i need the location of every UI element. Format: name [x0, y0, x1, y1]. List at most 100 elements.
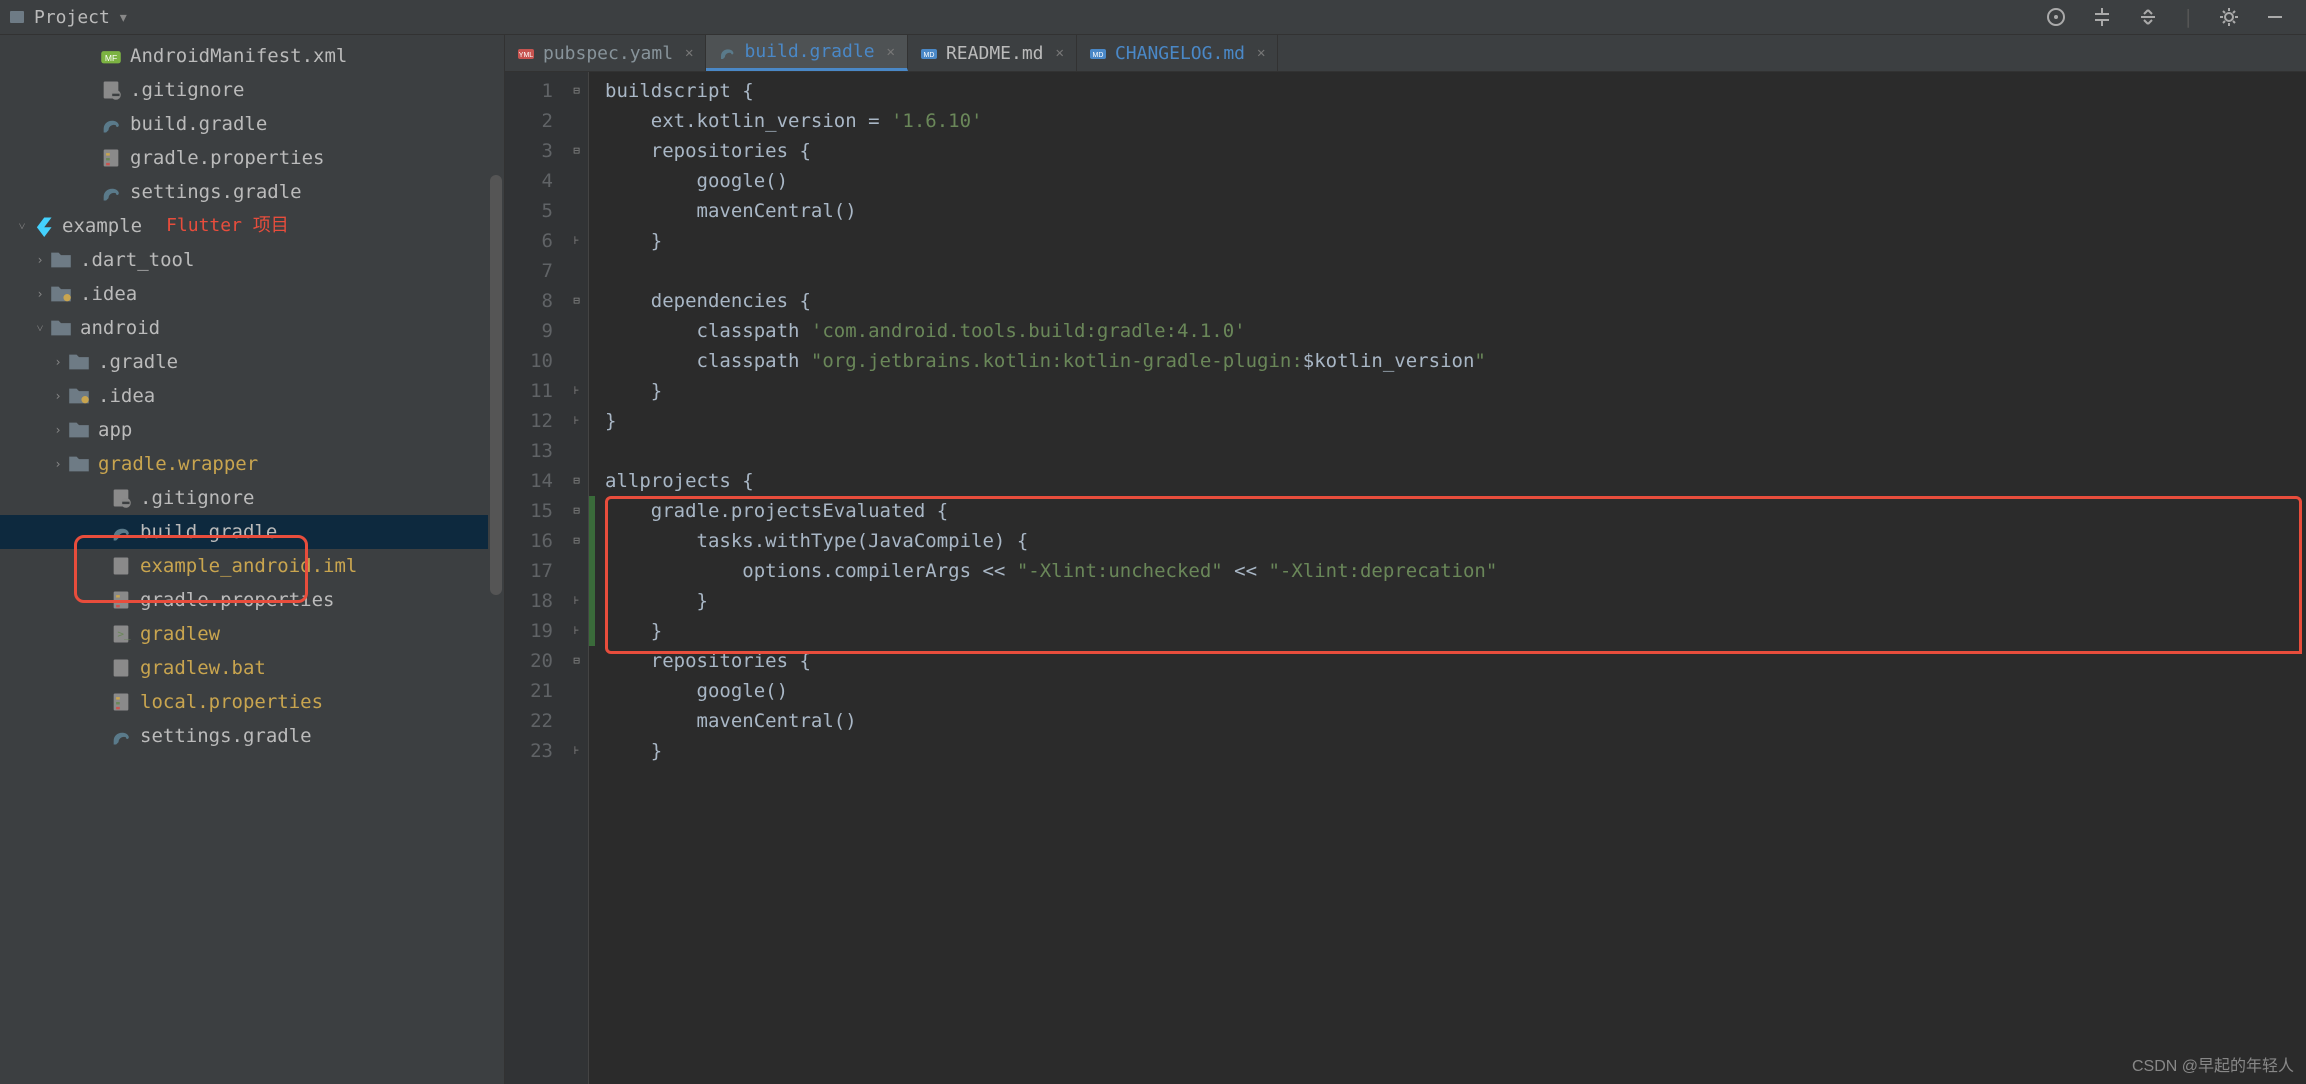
tree-item-label: .idea [80, 277, 137, 311]
expand-arrow-icon[interactable]: › [48, 379, 68, 413]
expand-arrow-icon[interactable]: › [30, 243, 50, 277]
editor-tab[interactable]: pubspec.yaml ✕ [505, 35, 706, 71]
yml-icon [517, 44, 535, 62]
tree-item[interactable]: AndroidManifest.xml [0, 39, 504, 73]
close-icon[interactable]: ✕ [887, 44, 895, 60]
gitignore-icon [100, 79, 122, 101]
tree-item-label: example_android.iml [140, 549, 357, 583]
folder-idea-icon [50, 283, 72, 305]
tree-item-label: .gitignore [140, 481, 254, 515]
editor-tab[interactable]: CHANGELOG.md ✕ [1077, 35, 1278, 71]
expand-arrow-icon[interactable]: › [48, 447, 68, 481]
tree-item-label: app [98, 413, 132, 447]
scroll-thumb[interactable] [490, 175, 502, 595]
project-icon [8, 8, 26, 26]
gradle-icon [110, 725, 132, 747]
tree-item[interactable]: ˅ example Flutter 项目 [0, 209, 504, 243]
expand-arrow-icon[interactable]: › [48, 345, 68, 379]
folder-icon [68, 419, 90, 441]
tree-item[interactable]: gradlew [0, 617, 504, 651]
tree-item[interactable]: ˅ android [0, 311, 504, 345]
gradle-icon [110, 521, 132, 543]
tree-item-label: settings.gradle [140, 719, 312, 753]
code-editor[interactable]: 1234567891011121314151617181920212223 ⊟⊟… [505, 72, 2306, 1084]
dropdown-icon: ▾ [118, 7, 129, 28]
expand-arrow-icon[interactable]: › [48, 413, 68, 447]
tree-item[interactable]: › .gradle [0, 345, 504, 379]
flutter-icon [32, 215, 54, 237]
tree-item-label: gradlew.bat [140, 651, 266, 685]
line-gutter: 1234567891011121314151617181920212223 [505, 72, 565, 1084]
props-icon [110, 691, 132, 713]
tree-item-label: .gitignore [130, 73, 244, 107]
tree-item[interactable]: gradle.properties [0, 583, 504, 617]
gear-icon[interactable] [2218, 6, 2240, 28]
file-icon [110, 555, 132, 577]
folder-icon [50, 317, 72, 339]
code-content[interactable]: buildscript { ext.kotlin_version = '1.6.… [595, 72, 2306, 1084]
watermark: CSDN @早起的年轻人 [2132, 1052, 2294, 1076]
tree-item-label: .idea [98, 379, 155, 413]
tree-item[interactable]: › .dart_tool [0, 243, 504, 277]
tree-annotation: Flutter 项目 [166, 209, 289, 243]
tab-label: CHANGELOG.md [1115, 43, 1245, 64]
md-icon [920, 44, 938, 62]
hide-icon[interactable] [2264, 6, 2286, 28]
tab-label: pubspec.yaml [543, 43, 673, 64]
top-toolbar: Project ▾ | [0, 0, 2306, 35]
close-icon[interactable]: ✕ [1056, 45, 1064, 61]
expand-all-icon[interactable] [2091, 6, 2113, 28]
tree-item[interactable]: ›gradle.wrapper [0, 447, 504, 481]
expand-arrow-icon[interactable]: ˅ [30, 311, 50, 345]
tree-scrollbar[interactable] [488, 75, 504, 715]
tree-item-label: android [80, 311, 160, 345]
tree-item[interactable]: .gitignore [0, 481, 504, 515]
collapse-all-icon[interactable] [2137, 6, 2159, 28]
project-label: Project [34, 7, 110, 28]
tree-item-label: .gradle [98, 345, 178, 379]
close-icon[interactable]: ✕ [1257, 45, 1265, 61]
tree-item-label: build.gradle [130, 107, 267, 141]
tree-item-label: build.gradle [140, 515, 277, 549]
tree-item[interactable]: settings.gradle [0, 719, 504, 753]
close-icon[interactable]: ✕ [685, 45, 693, 61]
tree-item[interactable]: build.gradle [0, 107, 504, 141]
tree-item[interactable]: › .idea [0, 379, 504, 413]
tree-item[interactable]: .gitignore [0, 73, 504, 107]
gradle-icon [100, 113, 122, 135]
tree-item-label: gradle.properties [140, 583, 334, 617]
tree-item[interactable]: gradlew.bat [0, 651, 504, 685]
tree-item-label: .dart_tool [80, 243, 194, 277]
tree-item-label: local.properties [140, 685, 323, 719]
editor-tab[interactable]: build.gradle ✕ [706, 35, 907, 71]
folder-idea-icon [68, 385, 90, 407]
gradle-icon [718, 43, 736, 61]
tree-item-label: settings.gradle [130, 175, 302, 209]
tree-item-label: example [62, 209, 142, 243]
props-icon [100, 147, 122, 169]
tree-item[interactable]: gradle.properties [0, 141, 504, 175]
tree-item-label: gradle.properties [130, 141, 324, 175]
tree-item[interactable]: › app [0, 413, 504, 447]
folder-icon [68, 351, 90, 373]
file-icon [110, 657, 132, 679]
props-icon [110, 589, 132, 611]
expand-arrow-icon[interactable]: ˅ [12, 209, 32, 243]
tree-item[interactable]: › .idea [0, 277, 504, 311]
editor-tab[interactable]: README.md ✕ [908, 35, 1077, 71]
project-selector[interactable]: Project ▾ [8, 7, 129, 28]
tab-label: build.gradle [744, 41, 874, 62]
fold-column[interactable]: ⊟⊟⊦⊟⊦⊦⊟⊟⊟⊦⊦⊟⊦ [565, 72, 589, 1084]
editor-tabs: pubspec.yaml ✕ build.gradle ✕ README.md … [505, 35, 2306, 72]
tree-item[interactable]: build.gradle [0, 515, 504, 549]
mf-icon [100, 45, 122, 67]
md-icon [1089, 44, 1107, 62]
target-icon[interactable] [2045, 6, 2067, 28]
tree-item[interactable]: example_android.iml [0, 549, 504, 583]
tab-label: README.md [946, 43, 1044, 64]
tree-item-label: gradlew [140, 617, 220, 651]
gitignore-icon [110, 487, 132, 509]
tree-item[interactable]: local.properties [0, 685, 504, 719]
tree-item[interactable]: settings.gradle [0, 175, 504, 209]
expand-arrow-icon[interactable]: › [30, 277, 50, 311]
